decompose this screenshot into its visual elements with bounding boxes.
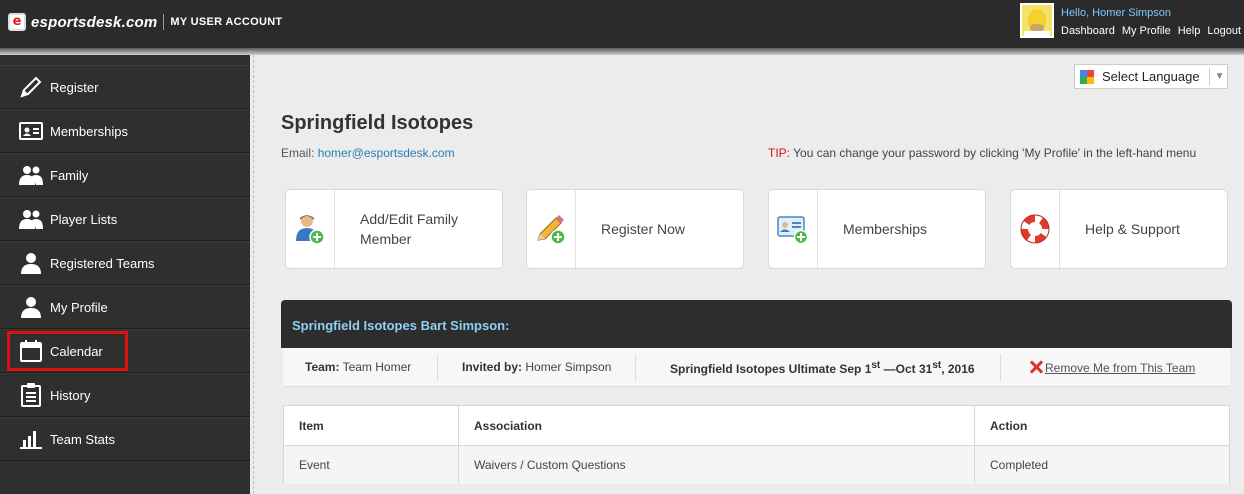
table-header-item: Item: [299, 418, 324, 433]
logout-link[interactable]: Logout: [1207, 25, 1241, 37]
help-support-card[interactable]: Help & Support: [1010, 189, 1228, 269]
sidebar-item-register[interactable]: Register: [0, 65, 250, 109]
close-icon: [1029, 360, 1043, 374]
card-label: Register Now: [601, 221, 686, 237]
avatar[interactable]: [1020, 3, 1054, 38]
team-label: Team:: [305, 360, 340, 374]
register-now-card[interactable]: Register Now: [526, 189, 744, 269]
team-items-table: Item Association Action Event Waivers / …: [283, 405, 1230, 484]
table-column-divider: [458, 406, 459, 483]
dashboard-link[interactable]: Dashboard: [1061, 25, 1115, 37]
users-icon: [19, 207, 43, 231]
sidebar-item-label: My Profile: [50, 299, 108, 315]
my-profile-link[interactable]: My Profile: [1122, 25, 1171, 37]
tip-message: You can change your password by clicking…: [790, 146, 1197, 160]
users-icon: [19, 163, 43, 187]
sidebar-item-history[interactable]: History: [0, 373, 250, 417]
sidebar-item-label: Register: [50, 79, 99, 95]
email-link[interactable]: homer@esportsdesk.com: [318, 146, 455, 160]
table-header-association: Association: [474, 418, 543, 433]
sidebar-item-label: History: [50, 387, 91, 403]
season-mid: —Oct 31: [880, 362, 933, 376]
season-text: Springfield Isotopes Ultimate Sep 1: [670, 362, 872, 376]
user-greeting: Hello, Homer Simpson: [1061, 7, 1172, 19]
sidebar-item-team-stats[interactable]: Team Stats: [0, 417, 250, 461]
sidebar-item-family[interactable]: Family: [0, 153, 250, 197]
sidebar-item-my-profile[interactable]: My Profile: [0, 285, 250, 329]
clipboard-icon: [19, 383, 43, 407]
table-column-divider: [974, 406, 975, 483]
email-label: Email:: [281, 146, 315, 160]
top-bar: e esportsdesk.com MY USER ACCOUNT Hello,…: [0, 0, 1244, 48]
info-divider: [437, 354, 438, 381]
card-label: Help & Support: [1085, 221, 1180, 237]
chevron-down-icon: ▼: [1214, 71, 1225, 82]
membership-card-icon: [769, 190, 818, 268]
team-info: Team: Team Homer: [305, 360, 411, 374]
top-nav-links: Dashboard My Profile Help Logout: [1061, 25, 1241, 37]
remove-me-label: Remove Me from This Team: [1045, 361, 1196, 375]
season-sup-1: st: [871, 360, 881, 371]
sidebar-item-label: Family: [50, 167, 89, 183]
sidebar-item-label: Team Stats: [50, 431, 116, 447]
invited-value: Homer Simpson: [522, 360, 612, 374]
id-card-icon: [19, 119, 43, 143]
sidebar-item-label: Registered Teams: [50, 255, 155, 271]
team-panel-header: Springfield Isotopes Bart Simpson:: [281, 300, 1232, 348]
table-cell-association: Waivers / Custom Questions: [474, 458, 626, 472]
calendar-highlight-box: [7, 331, 128, 371]
remove-me-button[interactable]: Remove Me from This Team: [1029, 360, 1195, 375]
card-label: Add/Edit Family Member: [360, 211, 459, 247]
google-icon: [1080, 69, 1094, 84]
sidebar-item-registered-teams[interactable]: Registered Teams: [0, 241, 250, 285]
team-info-bar: Team: Team Homer Invited by: Homer Simps…: [283, 348, 1230, 387]
table-cell-item: Event: [299, 458, 330, 472]
info-divider: [1000, 354, 1001, 381]
language-select[interactable]: Select Language ▼: [1074, 64, 1228, 89]
sidebar-item-memberships[interactable]: Memberships: [0, 109, 250, 153]
sidebar-item-label: Player Lists: [50, 211, 118, 227]
user-icon: [19, 295, 43, 319]
content-divider: [253, 55, 254, 494]
bar-chart-icon: [19, 427, 43, 451]
season-info: Springfield Isotopes Ultimate Sep 1st —O…: [670, 360, 975, 376]
section-title: MY USER ACCOUNT: [170, 16, 283, 28]
table-header-action: Action: [990, 418, 1028, 433]
language-select-divider: [1208, 67, 1210, 86]
season-sup-2: st: [932, 360, 942, 371]
team-value: Team Homer: [339, 360, 412, 374]
logo[interactable]: e esportsdesk.com MY USER ACCOUNT: [8, 12, 282, 32]
memberships-card[interactable]: Memberships: [768, 189, 986, 269]
table-row: Event Waivers / Custom Questions Complet…: [284, 446, 1229, 484]
email-row: Email: homer@esportsdesk.com: [281, 146, 455, 160]
page-title: Springfield Isotopes: [281, 112, 474, 134]
sidebar-item-label: Memberships: [50, 123, 129, 139]
season-end: , 2016: [941, 362, 975, 376]
lifebuoy-icon: [1011, 190, 1060, 268]
top-bar-shadow: [0, 48, 1244, 55]
table-cell-action: Completed: [990, 458, 1049, 472]
pencil-icon: [19, 75, 43, 99]
avatar-shirt: [1024, 31, 1050, 37]
invited-info: Invited by: Homer Simpson: [462, 360, 611, 374]
tip-label: TIP:: [768, 146, 791, 160]
logo-divider: [163, 14, 165, 30]
card-label: Memberships: [843, 221, 928, 237]
user-icon: [19, 251, 43, 275]
logo-icon: e: [8, 13, 26, 31]
info-divider: [635, 354, 636, 381]
tip-text: TIP: You can change your password by cli…: [768, 146, 1196, 160]
add-member-icon: [286, 190, 335, 268]
table-header-row: Item Association Action: [284, 406, 1229, 446]
add-edit-family-member-card[interactable]: Add/Edit Family Member: [285, 189, 503, 269]
logo-text: esportsdesk.com: [31, 13, 158, 31]
language-select-label: Select Language: [1102, 69, 1200, 84]
invited-label: Invited by:: [462, 360, 523, 374]
register-pencil-icon: [527, 190, 576, 268]
sidebar-item-player-lists[interactable]: Player Lists: [0, 197, 250, 241]
help-link[interactable]: Help: [1178, 25, 1201, 37]
sidebar: Register Memberships Family Player Lists…: [0, 55, 250, 494]
team-panel-title: Springfield Isotopes Bart Simpson:: [292, 318, 510, 333]
